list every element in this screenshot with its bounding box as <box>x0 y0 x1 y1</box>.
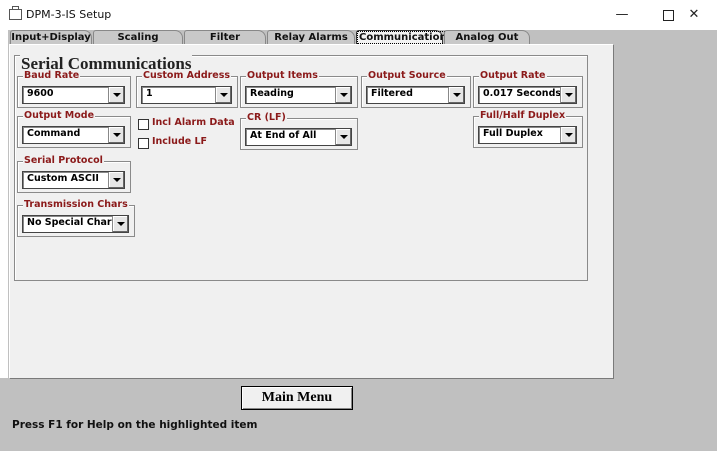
chevron-down-icon[interactable] <box>108 172 124 188</box>
output-mode-group: Output Mode Command <box>17 110 131 148</box>
output-mode-label: Output Mode <box>23 110 96 121</box>
duplex-value: Full Duplex <box>483 128 543 139</box>
transmission-chars-select[interactable]: No Special Char <box>22 215 129 233</box>
title-bar: DPM-3-IS Setup — ✕ <box>0 0 717 30</box>
close-button[interactable]: ✕ <box>671 2 717 28</box>
chevron-down-icon[interactable] <box>560 87 576 103</box>
output-rate-label: Output Rate <box>479 70 547 81</box>
output-items-label: Output Items <box>246 70 319 81</box>
output-rate-value: 0.017 Seconds <box>483 88 562 99</box>
serial-protocol-value: Custom ASCII <box>27 173 99 184</box>
chevron-down-icon[interactable] <box>335 87 351 103</box>
duplex-label: Full/Half Duplex <box>479 110 567 121</box>
duplex-group: Full/Half Duplex Full Duplex <box>473 110 583 148</box>
status-help-text: Press F1 for Help on the highlighted ite… <box>12 419 258 431</box>
tab-input-display[interactable]: Input+Display <box>10 30 92 45</box>
chevron-down-icon[interactable] <box>448 87 464 103</box>
checkbox-box[interactable] <box>138 138 149 149</box>
duplex-select[interactable]: Full Duplex <box>478 126 577 144</box>
custom-address-select[interactable]: 1 <box>141 86 232 104</box>
transmission-chars-value: No Special Char <box>27 217 112 228</box>
chevron-down-icon[interactable] <box>335 129 351 145</box>
custom-address-value: 1 <box>146 88 153 99</box>
incl-alarm-data-label: Incl Alarm Data <box>152 117 235 128</box>
serial-protocol-select[interactable]: Custom ASCII <box>22 171 125 189</box>
custom-address-label: Custom Address <box>142 70 232 81</box>
chevron-down-icon[interactable] <box>112 216 128 232</box>
transmission-chars-label: Transmission Chars <box>23 199 129 210</box>
custom-address-group: Custom Address 1 <box>136 70 238 108</box>
output-source-select[interactable]: Filtered <box>366 86 465 104</box>
output-mode-value: Command <box>27 128 81 139</box>
output-mode-select[interactable]: Command <box>22 126 125 144</box>
output-items-value: Reading <box>250 88 294 99</box>
cr-lf-value: At End of All <box>250 130 317 141</box>
cr-lf-select[interactable]: At End of All <box>245 128 352 146</box>
transmission-chars-group: Transmission Chars No Special Char <box>17 199 135 237</box>
output-items-select[interactable]: Reading <box>245 86 352 104</box>
output-source-group: Output Source Filtered <box>361 70 471 108</box>
baud-rate-select[interactable]: 9600 <box>22 86 125 104</box>
chevron-down-icon[interactable] <box>108 87 124 103</box>
cr-lf-group: CR (LF) At End of All <box>240 112 358 150</box>
tab-relay-alarms[interactable]: Relay Alarms <box>267 30 355 45</box>
output-rate-select[interactable]: 0.017 Seconds <box>478 86 577 104</box>
right-margin <box>614 30 717 451</box>
app-icon <box>9 6 22 20</box>
tab-filter[interactable]: Filter <box>184 30 266 45</box>
chevron-down-icon[interactable] <box>108 127 124 143</box>
cr-lf-label: CR (LF) <box>246 112 287 123</box>
tab-scaling[interactable]: Scaling <box>93 30 183 45</box>
output-source-label: Output Source <box>367 70 447 81</box>
output-rate-group: Output Rate 0.017 Seconds <box>473 70 583 108</box>
serial-protocol-label: Serial Protocol <box>23 155 104 166</box>
checkbox-box[interactable] <box>138 119 149 130</box>
output-items-group: Output Items Reading <box>240 70 358 108</box>
serial-protocol-group: Serial Protocol Custom ASCII <box>17 155 131 193</box>
chevron-down-icon[interactable] <box>215 87 231 103</box>
baud-rate-group: Baud Rate 9600 <box>17 70 131 108</box>
chevron-down-icon[interactable] <box>560 127 576 143</box>
include-lf-label: Include LF <box>152 136 208 147</box>
minimize-button[interactable]: — <box>599 2 645 28</box>
window-title: DPM-3-IS Setup <box>26 8 112 21</box>
output-source-value: Filtered <box>371 88 413 99</box>
main-menu-button[interactable]: Main Menu <box>241 386 353 410</box>
baud-rate-label: Baud Rate <box>23 70 81 81</box>
baud-rate-value: 9600 <box>27 88 54 99</box>
tab-analog-out[interactable]: Analog Out <box>444 30 530 45</box>
